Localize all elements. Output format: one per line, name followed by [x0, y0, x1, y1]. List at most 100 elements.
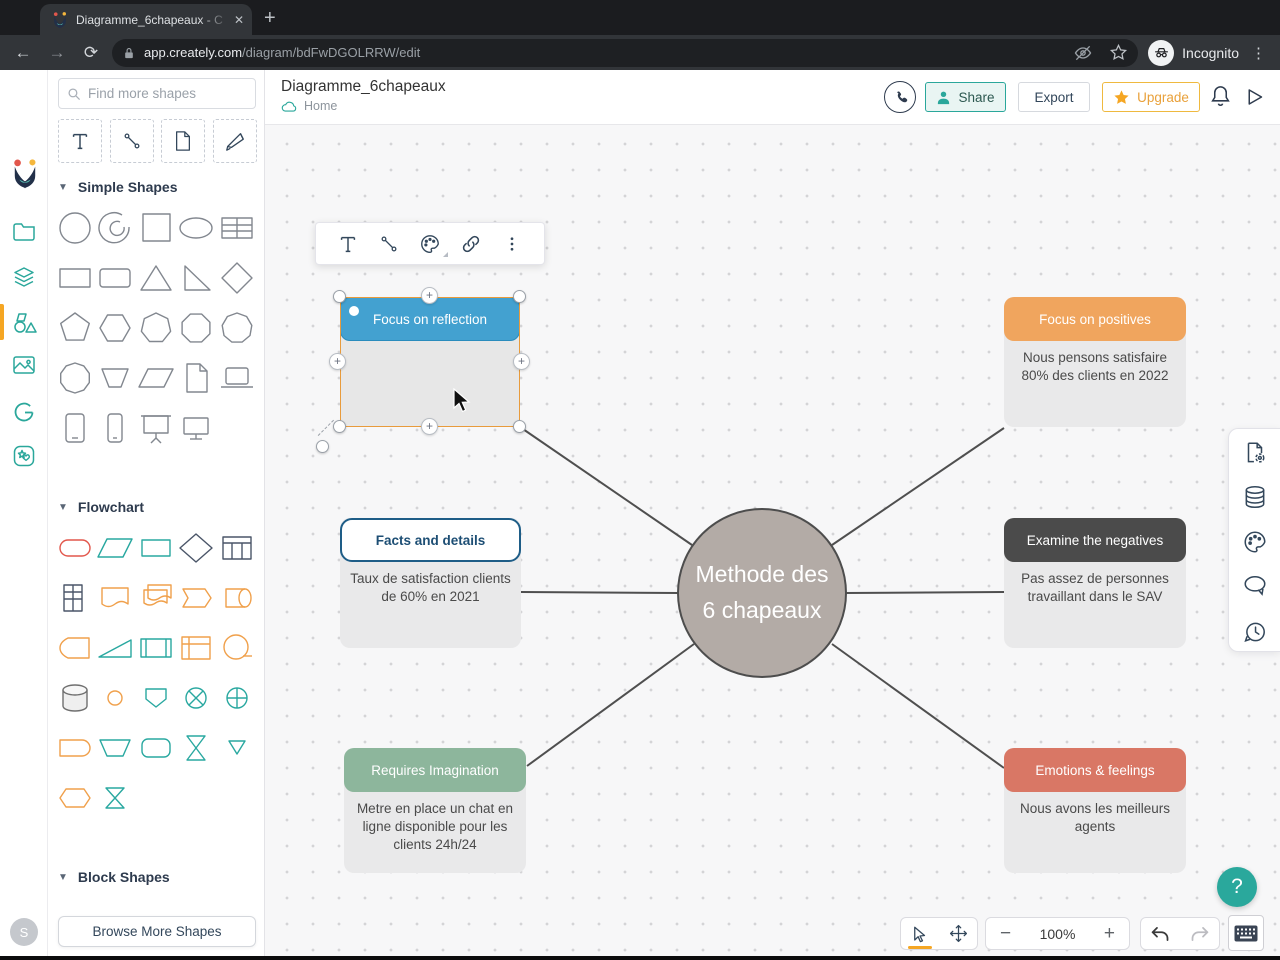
shape-preparation[interactable]	[55, 778, 95, 818]
shape-collate[interactable]	[95, 778, 135, 818]
shape-or-junction[interactable]	[217, 678, 257, 718]
freehand-tool[interactable]	[213, 119, 257, 163]
palette-icon[interactable]	[416, 230, 448, 258]
zoom-in-button[interactable]: +	[1104, 923, 1115, 945]
stickers-icon[interactable]	[12, 444, 36, 468]
more-options-icon[interactable]	[498, 230, 526, 258]
shape-block-bracket[interactable]	[136, 898, 176, 916]
forward-icon[interactable]: →	[40, 43, 74, 63]
creately-logo[interactable]	[12, 158, 38, 190]
share-button[interactable]: Share	[925, 82, 1006, 112]
avatar[interactable]: S	[10, 918, 38, 946]
shape-connector-dot[interactable]	[95, 678, 135, 718]
shape-stored-data[interactable]	[176, 578, 216, 618]
shape-hexagon[interactable]	[95, 308, 135, 348]
node-emotions-and-feelings[interactable]: Emotions & feelings Nous avons les meill…	[1004, 748, 1186, 873]
shape-right-triangle[interactable]	[176, 258, 216, 298]
shape-fc-grid[interactable]	[55, 578, 95, 618]
shape-parallelogram[interactable]	[136, 358, 176, 398]
rotate-handle[interactable]	[316, 440, 329, 453]
shape-trapezoid[interactable]	[95, 728, 135, 768]
shape-manual-operation[interactable]	[95, 628, 135, 668]
shape-document[interactable]	[176, 358, 216, 398]
tab-close-icon[interactable]: ✕	[234, 13, 244, 27]
notifications-button[interactable]	[1209, 84, 1232, 109]
help-button[interactable]: ?	[1217, 867, 1257, 907]
resize-handle-se[interactable]	[513, 420, 526, 433]
bookmark-star-icon[interactable]	[1109, 43, 1128, 62]
section-simple-shapes[interactable]: ▼ Simple Shapes	[58, 179, 178, 195]
folder-icon[interactable]	[12, 220, 36, 244]
upgrade-button[interactable]: Upgrade	[1102, 82, 1200, 112]
shape-loop[interactable]	[95, 208, 135, 248]
back-icon[interactable]: ←	[6, 43, 40, 63]
node-requires-imagination[interactable]: Requires Imagination Metre en place un c…	[344, 748, 526, 873]
present-button[interactable]	[1244, 86, 1265, 108]
shape-direct-storage[interactable]	[217, 578, 257, 618]
shape-block-corner[interactable]	[95, 898, 135, 916]
shape-block-arc[interactable]	[217, 898, 257, 916]
shape-database[interactable]	[55, 678, 95, 718]
shape-decision[interactable]	[176, 528, 216, 568]
database-icon[interactable]	[1242, 484, 1268, 510]
search-input[interactable]	[88, 86, 238, 101]
shape-projector-screen[interactable]	[136, 408, 176, 448]
shape-sequential-storage[interactable]	[217, 628, 257, 668]
google-icon[interactable]	[12, 400, 36, 424]
node-title[interactable]: Focus on positives	[1004, 297, 1186, 341]
shape-triangle[interactable]	[136, 258, 176, 298]
redo-icon[interactable]	[1189, 925, 1210, 943]
connector-icon[interactable]	[375, 230, 403, 258]
shape-diamond[interactable]	[217, 258, 257, 298]
connector-tool[interactable]	[110, 119, 154, 163]
shape-ellipse[interactable]	[176, 208, 216, 248]
shape-predefined-process[interactable]	[136, 628, 176, 668]
diagram-settings-icon[interactable]	[1242, 440, 1268, 466]
shape-internal-storage[interactable]	[176, 628, 216, 668]
page-tool[interactable]	[161, 119, 205, 163]
image-icon[interactable]	[12, 355, 36, 379]
shape-nonagon[interactable]	[217, 308, 257, 348]
shape-fc-document[interactable]	[95, 578, 135, 618]
link-icon[interactable]	[457, 230, 485, 258]
node-focus-on-positives[interactable]: Focus on positives Nous pensons satisfai…	[1004, 297, 1186, 427]
node-examine-the-negatives[interactable]: Examine the negatives Pas assez de perso…	[1004, 518, 1186, 648]
call-button[interactable]	[884, 81, 916, 113]
node-title[interactable]: Requires Imagination	[344, 748, 526, 792]
shape-circle[interactable]	[55, 208, 95, 248]
pan-tool-button[interactable]	[939, 917, 977, 950]
browse-more-shapes-button[interactable]: Browse More Shapes	[58, 916, 256, 947]
shape-rectangle[interactable]	[55, 258, 95, 298]
text-icon[interactable]	[334, 230, 362, 258]
shape-merge[interactable]	[217, 728, 257, 768]
shape-decagon[interactable]	[55, 358, 95, 398]
shape-table[interactable]	[217, 208, 257, 248]
shape-monitor[interactable]	[176, 408, 216, 448]
shape-heptagon[interactable]	[136, 308, 176, 348]
add-connector-right[interactable]: +	[513, 353, 530, 370]
browser-menu-icon[interactable]: ⋮	[1251, 44, 1266, 62]
shape-sort[interactable]	[176, 728, 216, 768]
section-block-shapes[interactable]: ▼ Block Shapes	[58, 869, 170, 885]
text-tool[interactable]	[58, 119, 102, 163]
reload-icon[interactable]: ⟳	[74, 43, 108, 63]
shape-card[interactable]	[136, 728, 176, 768]
resize-handle-ne[interactable]	[513, 290, 526, 303]
comment-icon[interactable]	[1242, 574, 1268, 600]
add-connector-top[interactable]: +	[421, 287, 438, 304]
shape-block-slash[interactable]	[176, 898, 216, 916]
node-facts-and-details[interactable]: Facts and details Taux de satisfaction c…	[340, 518, 521, 648]
node-title[interactable]: Examine the negatives	[1004, 518, 1186, 562]
select-tool-button[interactable]	[901, 917, 939, 950]
node-body[interactable]: Metre en place un chat en ligne disponib…	[352, 800, 518, 855]
theme-palette-icon[interactable]	[1242, 529, 1268, 555]
node-body[interactable]: Nous pensons satisfaire 80% des clients …	[1012, 349, 1178, 385]
shape-block-caret[interactable]	[55, 898, 95, 916]
shape-process[interactable]	[136, 528, 176, 568]
add-connector-left[interactable]: +	[329, 353, 346, 370]
shape-summing-junction[interactable]	[176, 678, 216, 718]
keyboard-shortcuts-button[interactable]	[1228, 915, 1264, 951]
node-body[interactable]: Pas assez de personnes travaillant dans …	[1012, 570, 1178, 606]
shapes-icon[interactable]	[12, 311, 37, 335]
undo-icon[interactable]	[1150, 925, 1171, 943]
